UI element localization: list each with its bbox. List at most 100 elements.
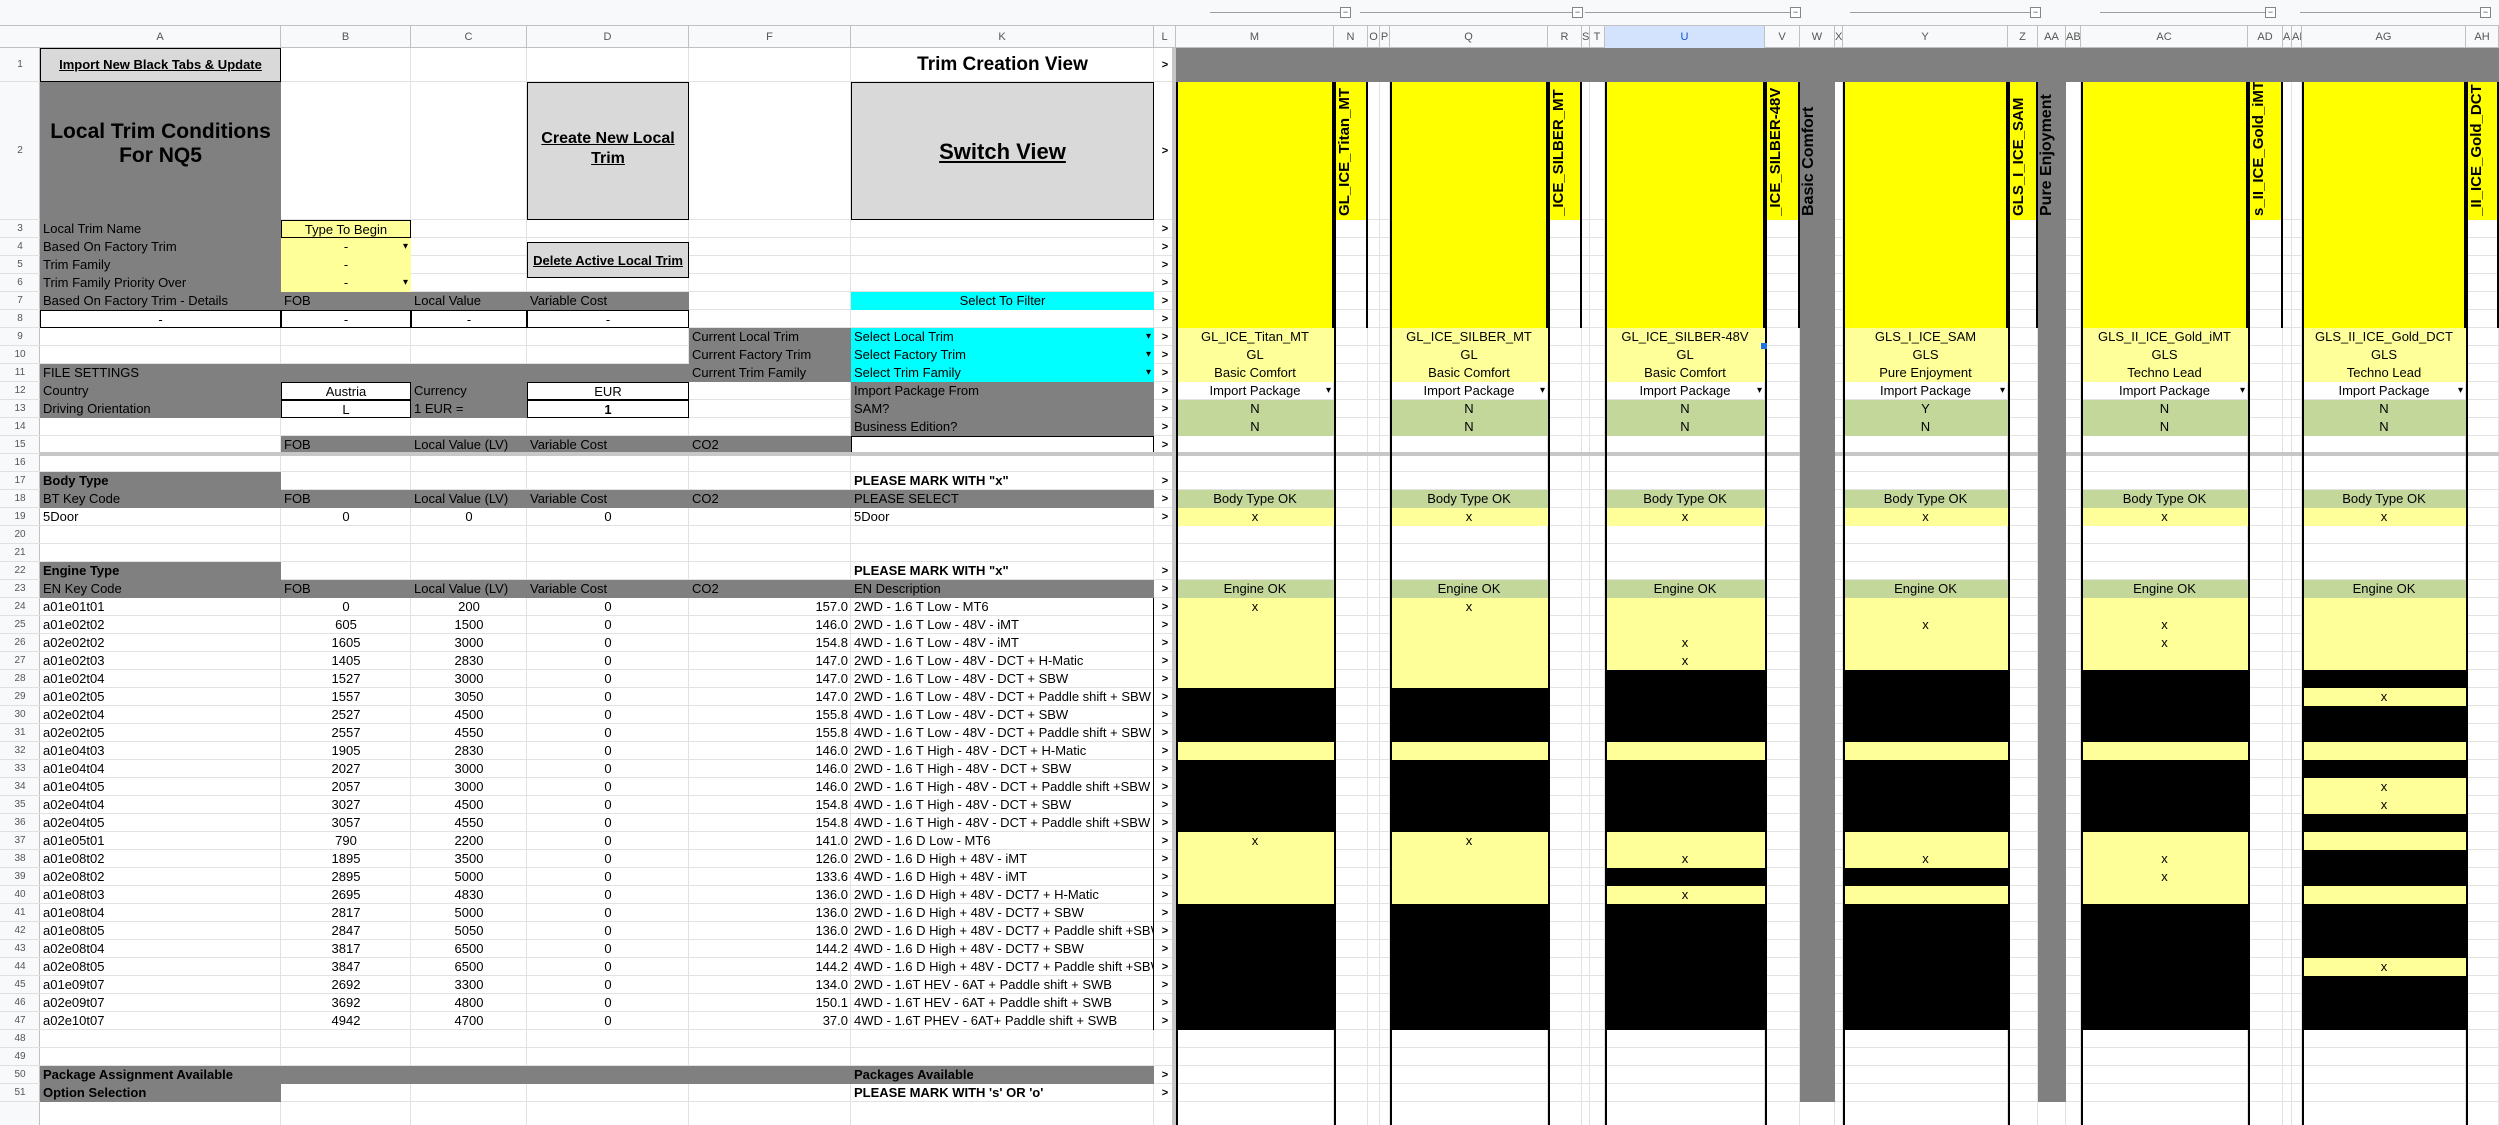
trim-business-flag[interactable]: N [1843, 418, 2008, 436]
engine-mark-cell[interactable] [2302, 742, 2466, 760]
import-package-dropdown[interactable]: Import Package [2302, 382, 2466, 400]
engine-mark-cell[interactable] [1176, 652, 1334, 670]
engine-mark-cell[interactable] [1390, 742, 1548, 760]
select-local-trim-dropdown[interactable]: Select Local Trim [851, 328, 1154, 346]
engine-mark-cell[interactable] [1176, 670, 1334, 688]
engine-mark-cell[interactable] [2081, 652, 2248, 670]
engine-mark-cell[interactable]: x [2302, 778, 2466, 796]
engine-mark-cell[interactable] [2302, 634, 2466, 652]
engine-mark-cell[interactable]: x [1390, 832, 1548, 850]
engine-mark-cell[interactable] [1390, 670, 1548, 688]
frozen-row-divider[interactable] [40, 452, 2499, 456]
engine-mark-cell[interactable] [1843, 598, 2008, 616]
delete-local-trim-button[interactable]: Delete Active Local Trim [527, 242, 689, 278]
body-type-mark[interactable]: x [2302, 508, 2466, 526]
engine-mark-cell[interactable] [2302, 616, 2466, 634]
import-package-dropdown[interactable]: Import Package [1843, 382, 2008, 400]
trim-business-flag[interactable]: N [2302, 418, 2466, 436]
trim-sam-flag[interactable]: N [2081, 400, 2248, 418]
local-trim-name-input[interactable]: Type To Begin [281, 220, 411, 238]
engine-mark-cell[interactable]: x [1605, 850, 1765, 868]
currency-value[interactable]: EUR [527, 382, 689, 400]
engine-mark-cell[interactable]: x [2302, 958, 2466, 976]
engine-mark-cell[interactable] [2081, 832, 2248, 850]
trim-business-flag[interactable]: N [1605, 418, 1765, 436]
engine-mark-cell[interactable] [1176, 634, 1334, 652]
driving-orientation-value[interactable]: L [281, 400, 411, 418]
engine-variable-cost: 0 [604, 815, 612, 830]
engine-mark-cell[interactable]: x [1843, 616, 2008, 634]
engine-mark-cell[interactable] [1176, 616, 1334, 634]
import-package-dropdown[interactable]: Import Package [2081, 382, 2248, 400]
trim-business-flag[interactable]: N [2081, 418, 2248, 436]
priority-dropdown[interactable]: - [281, 274, 411, 292]
body-type-mark[interactable]: x [1176, 508, 1334, 526]
engine-mark-cell[interactable]: x [2081, 616, 2248, 634]
engine-mark-cell[interactable] [1176, 742, 1334, 760]
engine-mark-cell[interactable] [1176, 868, 1334, 886]
engine-mark-cell[interactable] [1843, 634, 2008, 652]
engine-mark-cell[interactable]: x [1176, 598, 1334, 616]
trim-sam-flag[interactable]: N [1605, 400, 1765, 418]
engine-mark-cell[interactable] [1843, 652, 2008, 670]
body-type-mark[interactable]: x [2081, 508, 2248, 526]
body-type-mark[interactable]: x [1843, 508, 2008, 526]
engine-mark-cell[interactable] [1605, 616, 1765, 634]
engine-mark-cell[interactable]: x [1843, 850, 2008, 868]
engine-mark-cell[interactable] [1390, 886, 1548, 904]
trim-business-flag[interactable]: N [1390, 418, 1548, 436]
create-local-trim-button[interactable]: Create New Local Trim [527, 82, 689, 220]
selection-handle[interactable] [1761, 343, 1767, 349]
select-factory-trim-dropdown[interactable]: Select Factory Trim [851, 346, 1154, 364]
import-package-dropdown[interactable]: Import Package [1605, 382, 1765, 400]
engine-mark-cell[interactable]: x [1605, 652, 1765, 670]
engine-mark-cell[interactable] [1843, 832, 2008, 850]
engine-mark-cell[interactable]: x [1176, 832, 1334, 850]
trim-sam-flag[interactable]: N [1176, 400, 1334, 418]
engine-mark-cell[interactable]: x [2081, 634, 2248, 652]
engine-mark-cell[interactable] [1843, 886, 2008, 904]
engine-mark-cell[interactable] [2081, 742, 2248, 760]
engine-mark-cell[interactable]: x [2302, 688, 2466, 706]
body-type-mark[interactable]: x [1605, 508, 1765, 526]
en-key-code-header: EN Key Code [40, 580, 281, 598]
engine-mark-cell[interactable] [2302, 832, 2466, 850]
engine-mark-cell[interactable] [2081, 598, 2248, 616]
engine-mark-cell[interactable]: x [1605, 634, 1765, 652]
engine-mark-cell[interactable] [1176, 850, 1334, 868]
engine-mark-cell[interactable]: x [2302, 796, 2466, 814]
engine-mark-cell[interactable]: x [1605, 886, 1765, 904]
engine-mark-cell[interactable]: x [2081, 850, 2248, 868]
engine-mark-cell[interactable] [1390, 850, 1548, 868]
engine-mark-cell[interactable] [2302, 886, 2466, 904]
engine-mark-cell[interactable] [1390, 634, 1548, 652]
engine-mark-cell[interactable] [2081, 886, 2248, 904]
engine-mark-cell[interactable] [2302, 598, 2466, 616]
trim-column-border [2081, 328, 2083, 1125]
body-type-mark[interactable]: x [1390, 508, 1548, 526]
trim-sam-flag[interactable]: Y [1843, 400, 2008, 418]
trim-business-flag[interactable]: N [1176, 418, 1334, 436]
import-package-dropdown[interactable]: Import Package [1176, 382, 1334, 400]
engine-mark-cell[interactable] [1605, 742, 1765, 760]
based-on-dropdown[interactable]: - [281, 238, 411, 256]
select-to-filter[interactable]: Select To Filter [851, 292, 1154, 310]
select-trim-family-dropdown[interactable]: Select Trim Family [851, 364, 1154, 382]
import-package-dropdown[interactable]: Import Package [1390, 382, 1548, 400]
engine-mark-cell[interactable] [1843, 742, 2008, 760]
engine-mark-cell[interactable] [1390, 616, 1548, 634]
country-value[interactable]: Austria [281, 382, 411, 400]
engine-mark-cell[interactable] [1176, 886, 1334, 904]
import-black-tabs-button[interactable]: Import New Black Tabs & Update [40, 48, 281, 82]
eur-rate-value[interactable]: 1 [527, 400, 689, 418]
engine-mark-cell[interactable]: x [1390, 598, 1548, 616]
trim-sam-flag[interactable]: N [1390, 400, 1548, 418]
engine-mark-cell[interactable] [1390, 652, 1548, 670]
trim-sam-flag[interactable]: N [2302, 400, 2466, 418]
engine-mark-cell[interactable] [1605, 598, 1765, 616]
engine-mark-cell[interactable] [1605, 832, 1765, 850]
switch-view-button[interactable]: Switch View [851, 82, 1154, 220]
engine-mark-cell[interactable]: x [2081, 868, 2248, 886]
engine-mark-cell[interactable] [2302, 652, 2466, 670]
engine-mark-cell[interactable] [1390, 868, 1548, 886]
